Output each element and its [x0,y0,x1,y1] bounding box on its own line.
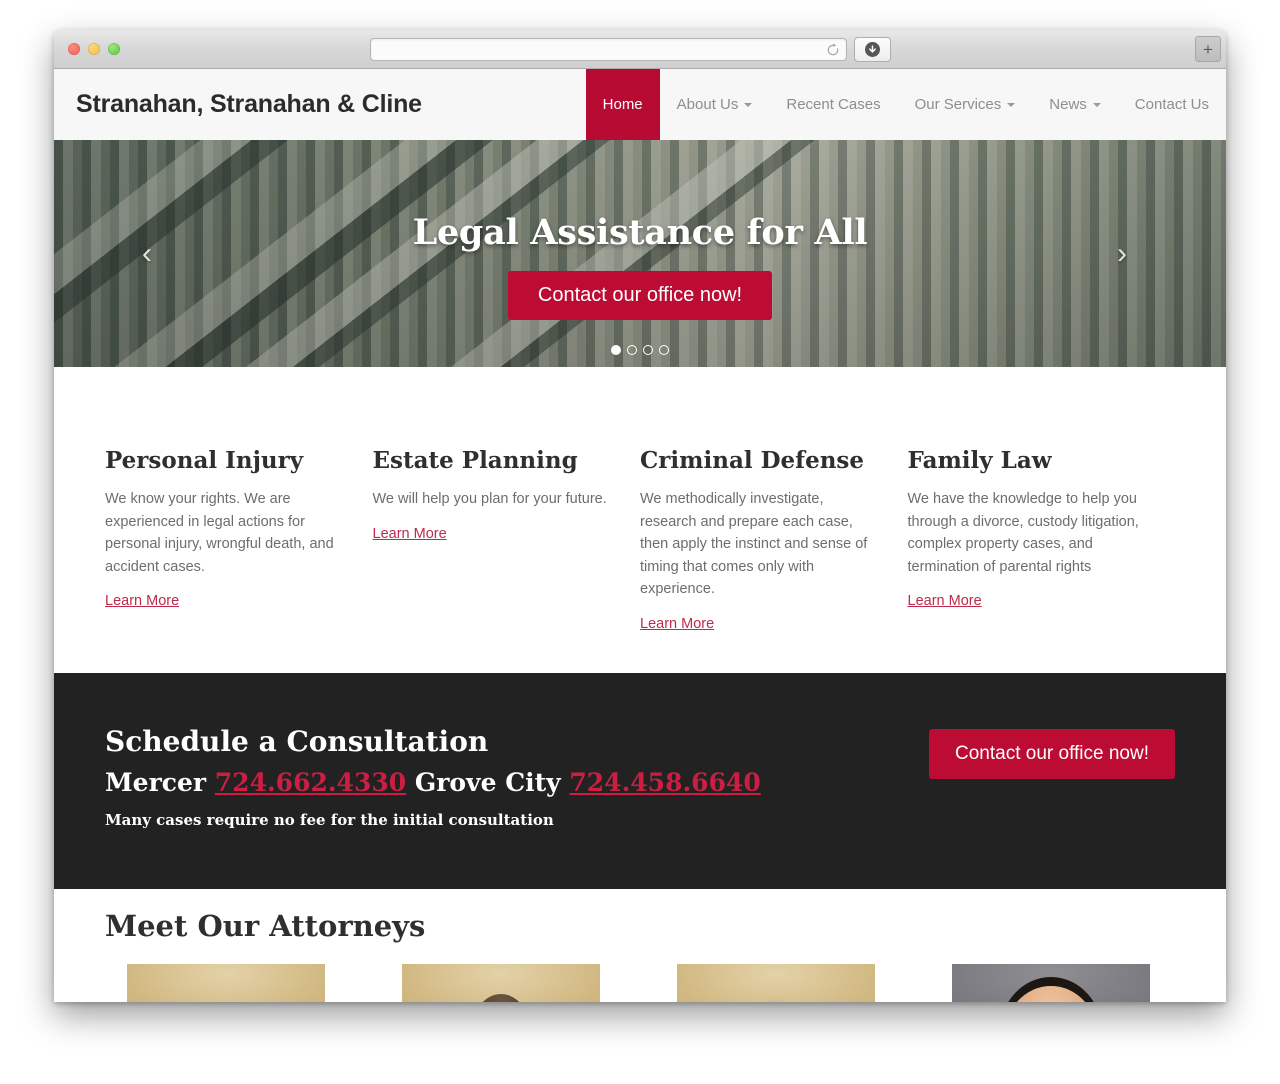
browser-titlebar: + [54,30,1226,69]
consultation-phones: Mercer 724.662.4330 Grove City 724.458.6… [105,768,761,797]
carousel-indicator-2[interactable] [627,345,637,355]
reload-icon[interactable] [826,43,840,57]
portrait-figure [746,999,806,1002]
hero-carousel: ‹ › Legal Assistance for All Contact our… [54,140,1226,367]
office-two-city: Grove City [414,768,561,797]
site-brand[interactable]: Stranahan, Stranahan & Cline [54,69,422,140]
learn-more-link[interactable]: Learn More [640,616,714,632]
attorneys-heading: Meet Our Attorneys [105,909,426,943]
practice-area-description: We have the knowledge to help you throug… [907,491,1139,575]
maximize-window-button[interactable] [108,43,120,55]
practice-area-description: We methodically investigate, research an… [640,491,868,597]
office-two-phone-link[interactable]: 724.458.6640 [569,768,760,797]
nav-item-contact-us[interactable]: Contact Us [1118,69,1226,140]
attorney-portrait [952,964,1150,1002]
consultation-banner: Schedule a Consultation Mercer 724.662.4… [54,673,1226,889]
office-one-phone-link[interactable]: 724.662.4330 [215,768,406,797]
minimize-window-button[interactable] [88,43,100,55]
carousel-indicator-4[interactable] [659,345,669,355]
site-header: Stranahan, Stranahan & Cline Home About … [54,69,1226,140]
nav-item-about-us[interactable]: About Us [660,69,770,140]
portrait-figure [468,994,534,1002]
attorney-portrait [127,964,325,1002]
practice-area-title: Family Law [907,447,1052,474]
nav-item-recent-cases[interactable]: Recent Cases [769,69,897,140]
practice-area-description: We will help you plan for your future. [372,491,607,507]
hero-contact-button[interactable]: Contact our office now! [507,271,773,320]
nav-item-our-services[interactable]: Our Services [898,69,1033,140]
portrait-figure [1003,986,1099,1002]
attorneys-section: Meet Our Attorneys [54,889,1226,1002]
carousel-next-button[interactable]: › [1117,238,1127,269]
attorney-card[interactable] [952,964,1150,1002]
nav-label: Home [602,96,643,113]
practice-areas-section: Personal Injury We know your rights. We … [54,367,1226,673]
attorney-card[interactable] [402,964,600,1002]
learn-more-link[interactable]: Learn More [105,593,179,609]
hero-content: Legal Assistance for All Contact our off… [54,140,1226,367]
nav-label: Recent Cases [786,96,881,113]
carousel-indicator-1[interactable] [611,345,621,355]
consultation-heading: Schedule a Consultation [105,725,489,758]
attorney-portrait [402,964,600,1002]
learn-more-link[interactable]: Learn More [908,593,982,609]
practice-area-title: Criminal Defense [640,447,865,474]
carousel-indicators [54,345,1226,355]
nav-label: News [1049,96,1087,113]
chevron-down-icon [1007,102,1016,107]
attorney-portrait [677,964,875,1002]
practice-area-card: Family Law We have the knowledge to help… [908,447,1176,673]
page-viewport: Stranahan, Stranahan & Cline Home About … [54,69,1226,1002]
nav-label: About Us [676,96,739,113]
practice-area-description: We know your rights. We are experienced … [105,491,334,575]
nav-item-news[interactable]: News [1032,69,1118,140]
nav-label: Our Services [914,96,1002,113]
address-bar[interactable] [370,38,847,61]
window-controls [68,43,120,55]
carousel-prev-button[interactable]: ‹ [142,238,152,269]
browser-window: + Stranahan, Stranahan & Cline Home Abou… [54,30,1226,1002]
office-one-city: Mercer [105,768,207,797]
practice-area-title: Personal Injury [105,447,304,474]
chevron-down-icon [744,102,753,107]
attorneys-grid [105,964,1175,1002]
learn-more-link[interactable]: Learn More [373,526,447,542]
attorney-card[interactable] [127,964,325,1002]
new-tab-button[interactable]: + [1195,36,1221,62]
nav-label: Contact Us [1134,96,1209,113]
practice-area-card: Personal Injury We know your rights. We … [105,447,373,673]
consultation-note: Many cases require no fee for the initia… [105,811,554,829]
download-arrow-icon [865,42,880,57]
attorney-card[interactable] [677,964,875,1002]
practice-area-card: Criminal Defense We methodically investi… [640,447,908,673]
carousel-indicator-3[interactable] [643,345,653,355]
practice-area-title: Estate Planning [372,447,578,474]
hero-title: Legal Assistance for All [412,212,868,253]
consultation-text: Schedule a Consultation Mercer 724.662.4… [105,725,761,889]
nav-item-home[interactable]: Home [585,69,660,140]
consultation-contact-button[interactable]: Contact our office now! [929,729,1175,779]
downloads-button[interactable] [854,37,891,62]
practice-area-card: Estate Planning We will help you plan fo… [373,447,641,673]
chevron-down-icon [1092,102,1101,107]
close-window-button[interactable] [68,43,80,55]
main-navigation: Home About Us Recent Cases Our Services … [585,69,1226,140]
